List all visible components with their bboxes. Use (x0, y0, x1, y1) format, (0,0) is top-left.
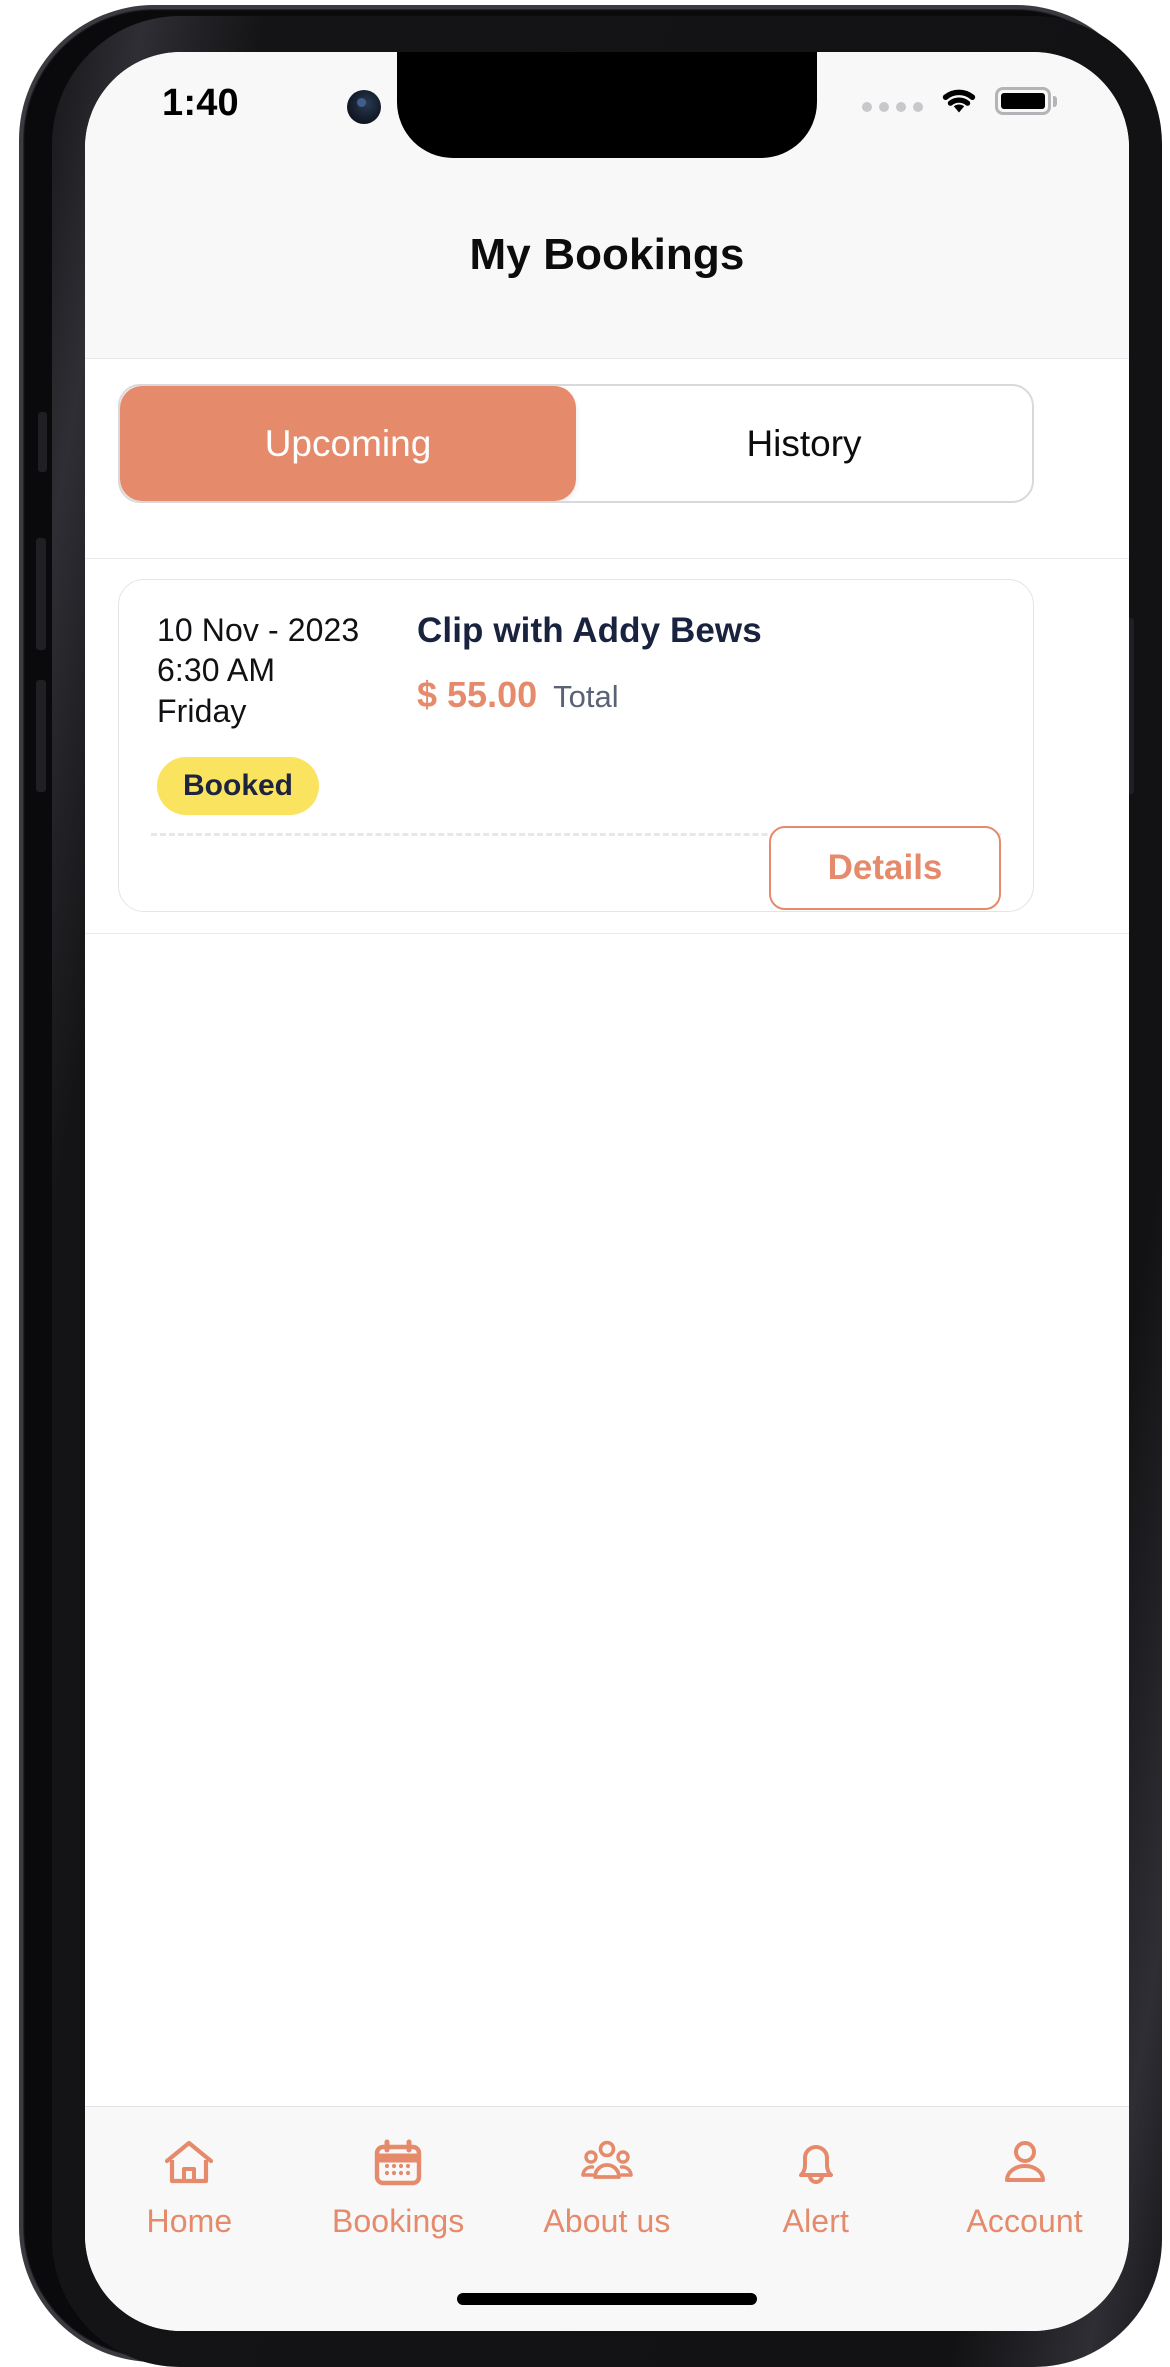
nav-item-alert[interactable]: Alert (711, 2133, 920, 2240)
nav-label-about-us: About us (543, 2203, 671, 2239)
wifi-icon (942, 89, 976, 113)
calendar-icon (374, 2139, 422, 2186)
app-header: My Bookings (85, 164, 1129, 359)
nav-label-bookings: Bookings (331, 2203, 465, 2239)
home-indicator[interactable] (457, 2293, 757, 2305)
nav-item-bookings[interactable]: Bookings (294, 2133, 503, 2240)
segmented-tab-bar: Upcoming History (118, 384, 1034, 503)
booking-time: 6:30 AM (157, 652, 276, 689)
device-frame: 1:40 My Bookings Upcoming History 10 Nov… (22, 8, 1162, 2367)
volume-up-button[interactable] (36, 538, 46, 650)
price-row: $ 55.00 Total (417, 674, 995, 716)
nav-item-home[interactable]: Home (85, 2133, 294, 2240)
price-value: $ 55.00 (417, 674, 538, 715)
volume-down-button[interactable] (36, 680, 46, 792)
tab-section: Upcoming History (85, 359, 1129, 559)
booking-datetime: 10 Nov - 2023 6:30 AM Friday (157, 610, 411, 731)
nav-label-alert: Alert (782, 2203, 849, 2239)
silent-switch[interactable] (38, 412, 47, 472)
front-camera-icon (347, 90, 381, 124)
status-time: 1:40 (162, 82, 239, 124)
notch (397, 52, 817, 158)
nav-label-account: Account (966, 2203, 1083, 2239)
status-badge: Booked (157, 757, 320, 815)
booking-card-top: 10 Nov - 2023 6:30 AM Friday Clip with A… (119, 580, 1033, 731)
bell-icon (798, 2145, 833, 2184)
booking-card[interactable]: 10 Nov - 2023 6:30 AM Friday Clip with A… (118, 579, 1034, 912)
battery-full-icon (995, 87, 1057, 115)
people-group-icon (581, 2140, 633, 2179)
content-area (85, 934, 1129, 2106)
nav-item-account[interactable]: Account (920, 2133, 1129, 2240)
booking-date: 10 Nov - 2023 (157, 612, 360, 648)
nav-label-home: Home (146, 2203, 233, 2239)
nav-item-about-us[interactable]: About us (503, 2133, 712, 2240)
phone-screen: 1:40 My Bookings Upcoming History 10 Nov… (85, 52, 1129, 2331)
tab-history[interactable]: History (576, 386, 1032, 501)
details-button[interactable]: Details (769, 826, 1001, 910)
page-title: My Bookings (469, 230, 745, 279)
person-icon (1004, 2141, 1045, 2182)
signal-dots-icon (862, 90, 923, 112)
booking-main: Clip with Addy Bews $ 55.00 Total (411, 610, 995, 731)
status-indicators (862, 86, 1057, 116)
booking-day: Friday (157, 692, 247, 729)
price-label: Total (553, 679, 619, 714)
home-icon (165, 2140, 214, 2184)
service-title: Clip with Addy Bews (417, 611, 762, 650)
tab-upcoming[interactable]: Upcoming (120, 386, 576, 501)
booking-list-section: 10 Nov - 2023 6:30 AM Friday Clip with A… (85, 559, 1129, 934)
